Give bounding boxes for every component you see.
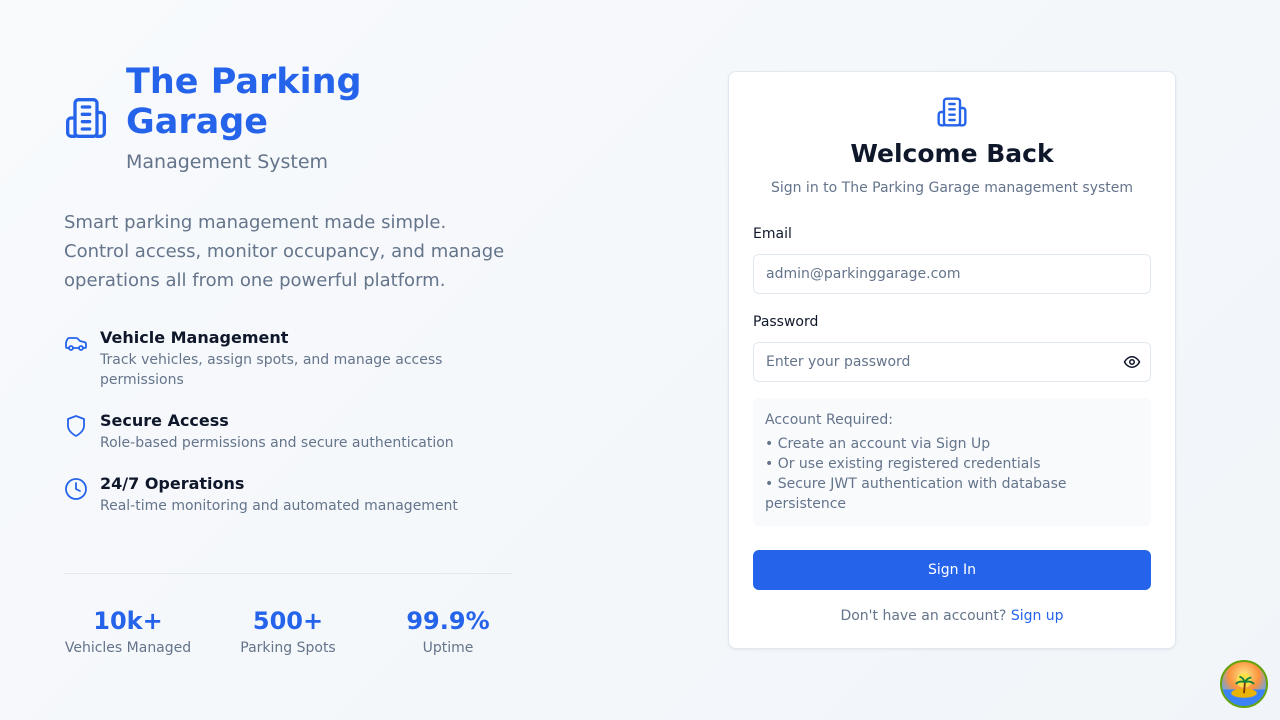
info-item: • Create an account via Sign Up (765, 436, 991, 452)
stats-divider (64, 573, 512, 574)
stat-value: 99.9% (406, 607, 490, 635)
password-label: Password (753, 314, 819, 330)
brand-header: The Parking Garage Management System (64, 62, 524, 174)
avatar[interactable] (1220, 660, 1268, 708)
brand-subtitle: Management System (126, 151, 329, 173)
account-info-box: Account Required: • Create an account vi… (753, 398, 1151, 526)
feature-title: Secure Access (100, 411, 229, 430)
email-label: Email (753, 226, 792, 242)
feature-item-vehicle-management: Vehicle Management Track vehicles, assig… (64, 327, 524, 390)
feature-item-secure-access: Secure Access Role-based permissions and… (64, 410, 524, 453)
feature-title: Vehicle Management (100, 328, 289, 347)
clock-icon (64, 477, 88, 501)
feature-title: 24/7 Operations (100, 474, 245, 493)
password-field-wrapper (753, 342, 1151, 382)
signup-link[interactable]: Sign up (1011, 608, 1064, 624)
feature-description: Role-based permissions and secure authen… (100, 435, 454, 451)
stats-row: 10k+ Vehicles Managed 500+ Parking Spots… (64, 606, 512, 658)
feature-description: Track vehicles, assign spots, and manage… (100, 352, 443, 388)
feature-item-operations: 24/7 Operations Real-time monitoring and… (64, 473, 524, 516)
login-title: Welcome Back (850, 139, 1054, 168)
info-item: • Secure JWT authentication with databas… (765, 476, 1067, 512)
stat-parking-spots: 500+ Parking Spots (224, 606, 352, 658)
sign-in-button[interactable]: Sign In (753, 550, 1151, 590)
stat-label: Uptime (422, 640, 474, 656)
stat-vehicles-managed: 10k+ Vehicles Managed (64, 606, 192, 658)
signup-prompt: Don't have an account? Sign up (753, 606, 1151, 626)
password-field[interactable] (753, 342, 1151, 382)
intro-text: Smart parking management made simple. Co… (64, 212, 505, 291)
brand-title: The Parking Garage (126, 62, 362, 142)
info-item: • Or use existing registered credentials (765, 456, 1041, 472)
login-card: Welcome Back Sign in to The Parking Gara… (728, 71, 1176, 649)
feature-description: Real-time monitoring and automated manag… (100, 498, 458, 514)
island-icon (1222, 673, 1266, 706)
stat-value: 500+ (252, 607, 324, 635)
login-subtitle: Sign in to The Parking Garage management… (770, 180, 1134, 196)
signup-prompt-text: Don't have an account? (840, 608, 1007, 624)
brand-panel: The Parking Garage Management System Sma… (64, 62, 524, 536)
stat-uptime: 99.9% Uptime (384, 606, 512, 658)
stat-value: 10k+ (93, 607, 163, 635)
eye-icon[interactable] (1123, 353, 1141, 371)
info-title: Account Required: (765, 412, 894, 428)
car-icon (64, 331, 88, 355)
email-field[interactable] (753, 254, 1151, 294)
stat-label: Vehicles Managed (64, 640, 192, 656)
feature-list: Vehicle Management Track vehicles, assig… (64, 327, 524, 516)
stat-label: Parking Spots (240, 640, 336, 656)
building-icon (936, 96, 968, 128)
building-icon (64, 96, 108, 140)
shield-icon (64, 414, 88, 438)
email-field-wrapper (753, 254, 1151, 294)
